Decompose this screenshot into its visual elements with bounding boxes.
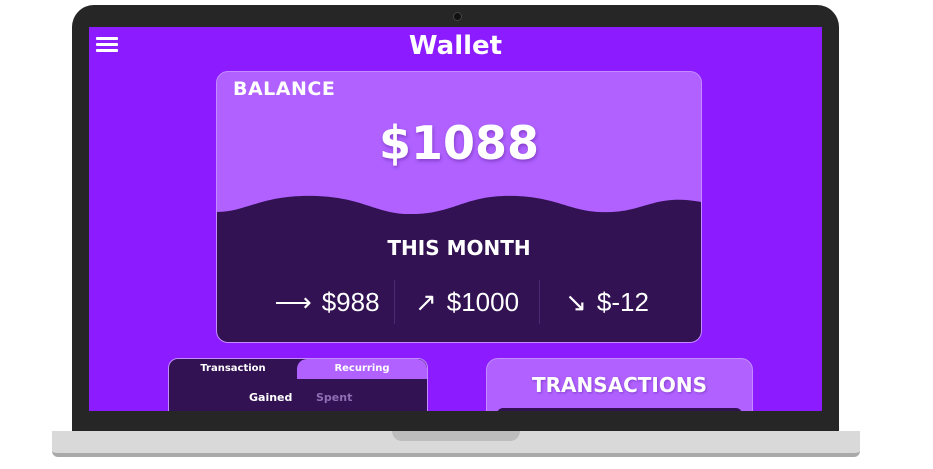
tab-transaction[interactable]: Transaction: [169, 359, 297, 379]
spent-toggle[interactable]: Spent: [316, 391, 352, 404]
net-value: $988: [321, 287, 380, 317]
laptop-notch: [392, 431, 520, 441]
transactions-list: [497, 408, 742, 411]
net-stat: ⟶ $988: [257, 278, 397, 326]
month-stats: ⟶ $988 ↗ $1000 ↘ $-12: [217, 278, 701, 326]
app-screen: Wallet BALANCE $1088 THIS MONTH ⟶ $988 ↗ $…: [89, 27, 822, 411]
this-month-title: THIS MONTH: [387, 236, 531, 260]
page-title: Wallet: [408, 31, 503, 61]
right-arrow-icon: ⟶: [274, 287, 312, 317]
gained-toggle[interactable]: Gained: [249, 391, 292, 404]
transactions-card: TRANSACTIONS: [486, 358, 753, 411]
balance-amount: $1088: [378, 116, 540, 170]
entry-type-toggle: Gained Spent: [169, 387, 427, 409]
up-right-arrow-icon: ↗: [414, 287, 437, 317]
stat-divider: [394, 280, 395, 324]
laptop-base: [52, 431, 860, 457]
income-value: $1000: [446, 287, 520, 317]
income-stat: ↗ $1000: [397, 278, 537, 326]
transactions-title: TRANSACTIONS: [531, 373, 708, 397]
entry-panel: Transaction Recurring Gained Spent: [168, 358, 428, 411]
balance-label: BALANCE: [233, 78, 336, 100]
camera-icon: [453, 12, 462, 21]
stat-divider: [539, 280, 540, 324]
down-right-arrow-icon: ↘: [565, 287, 587, 317]
tab-recurring[interactable]: Recurring: [297, 359, 427, 379]
expense-value: $-12: [596, 287, 649, 317]
this-month-panel: THIS MONTH ⟶ $988 ↗ $1000 ↘ $-12: [217, 214, 701, 342]
expense-stat: ↘ $-12: [542, 278, 672, 326]
balance-card: BALANCE $1088 THIS MONTH ⟶ $988 ↗ $1000 ↘ $…: [216, 71, 702, 343]
